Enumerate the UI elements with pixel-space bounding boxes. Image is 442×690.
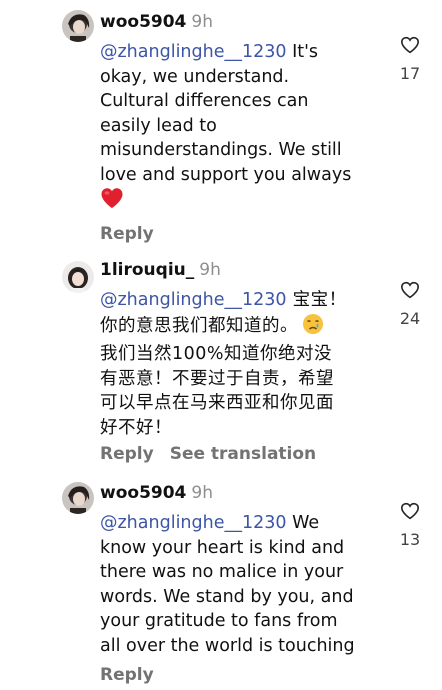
comment-line: 好不好！ [100,417,172,438]
comment-line: 我们当然100%知道你绝对没 [100,344,333,364]
timestamp: 9h [199,260,221,280]
mention-link[interactable]: @zhanglinghe__1230 [100,513,287,533]
comment-line: your gratitude to fans from [100,611,338,631]
avatar[interactable] [62,261,94,293]
comment-line: We [286,513,320,533]
comment-line: 宝宝！ [286,290,347,310]
comment-actions: Reply See translation [100,443,316,465]
heart-icon[interactable] [390,502,430,520]
comment-header: woo5904 9h [100,10,213,34]
comment-line: there was no malice in your [100,562,344,582]
like-control: 13 [390,502,430,549]
heart-icon[interactable] [390,36,430,54]
comment-line: words. We stand by you, and [100,586,354,607]
comment-text: @zhanglinghe__1230 宝宝！ 你的意思我们都知道的。 我们当然1… [100,288,382,440]
comment-line: 有恶意！不要过于自责，希望 [100,368,334,389]
comment-line: easily lead to [100,115,217,136]
like-count: 24 [399,309,421,328]
comment-actions: Reply [100,223,154,245]
like-control: 24 [390,281,430,328]
avatar[interactable] [62,10,94,42]
username[interactable]: 1lirouqiu_ [100,260,194,280]
reply-button[interactable]: Reply [100,665,154,685]
avatar[interactable] [62,482,94,514]
username[interactable]: woo5904 [100,12,186,32]
heart-icon[interactable] [390,281,430,299]
username[interactable]: woo5904 [100,483,186,503]
comment-text: @zhanglinghe__1230 We know your heart is… [100,511,382,658]
comment-line: know your heart is kind and [100,537,345,558]
comment-line: okay, we understand. [100,66,290,87]
see-translation-button[interactable]: See translation [170,444,316,464]
comment-line: love and support you always [100,164,352,185]
timestamp: 9h [191,12,213,32]
comment-line: It's [286,42,319,62]
timestamp: 9h [191,483,213,503]
comment-line: all over the world is touching [100,635,355,656]
comment-header: 1lirouqiu_ 9h [100,258,221,282]
mention-link[interactable]: @zhanglinghe__1230 [100,290,287,310]
like-count: 13 [399,530,421,549]
crying-face-emoji [302,313,324,343]
comment-header: woo5904 9h [100,481,213,505]
like-count: 17 [399,64,421,83]
red-heart-emoji [100,187,124,217]
mention-link[interactable]: @zhanglinghe__1230 [100,42,287,62]
reply-button[interactable]: Reply [100,444,154,464]
comment-line: Cultural differences can [100,91,309,111]
like-control: 17 [390,36,430,83]
reply-button[interactable]: Reply [100,224,154,244]
comment-text: @zhanglinghe__1230 It's okay, we underst… [100,40,382,217]
comment-actions: Reply [100,664,154,686]
comment-line: 你的意思我们都知道的。 [100,315,298,336]
comment-line: misunderstandings. We still [100,140,342,160]
comment-line: 可以早点在马来西亚和你见面 [100,393,334,413]
